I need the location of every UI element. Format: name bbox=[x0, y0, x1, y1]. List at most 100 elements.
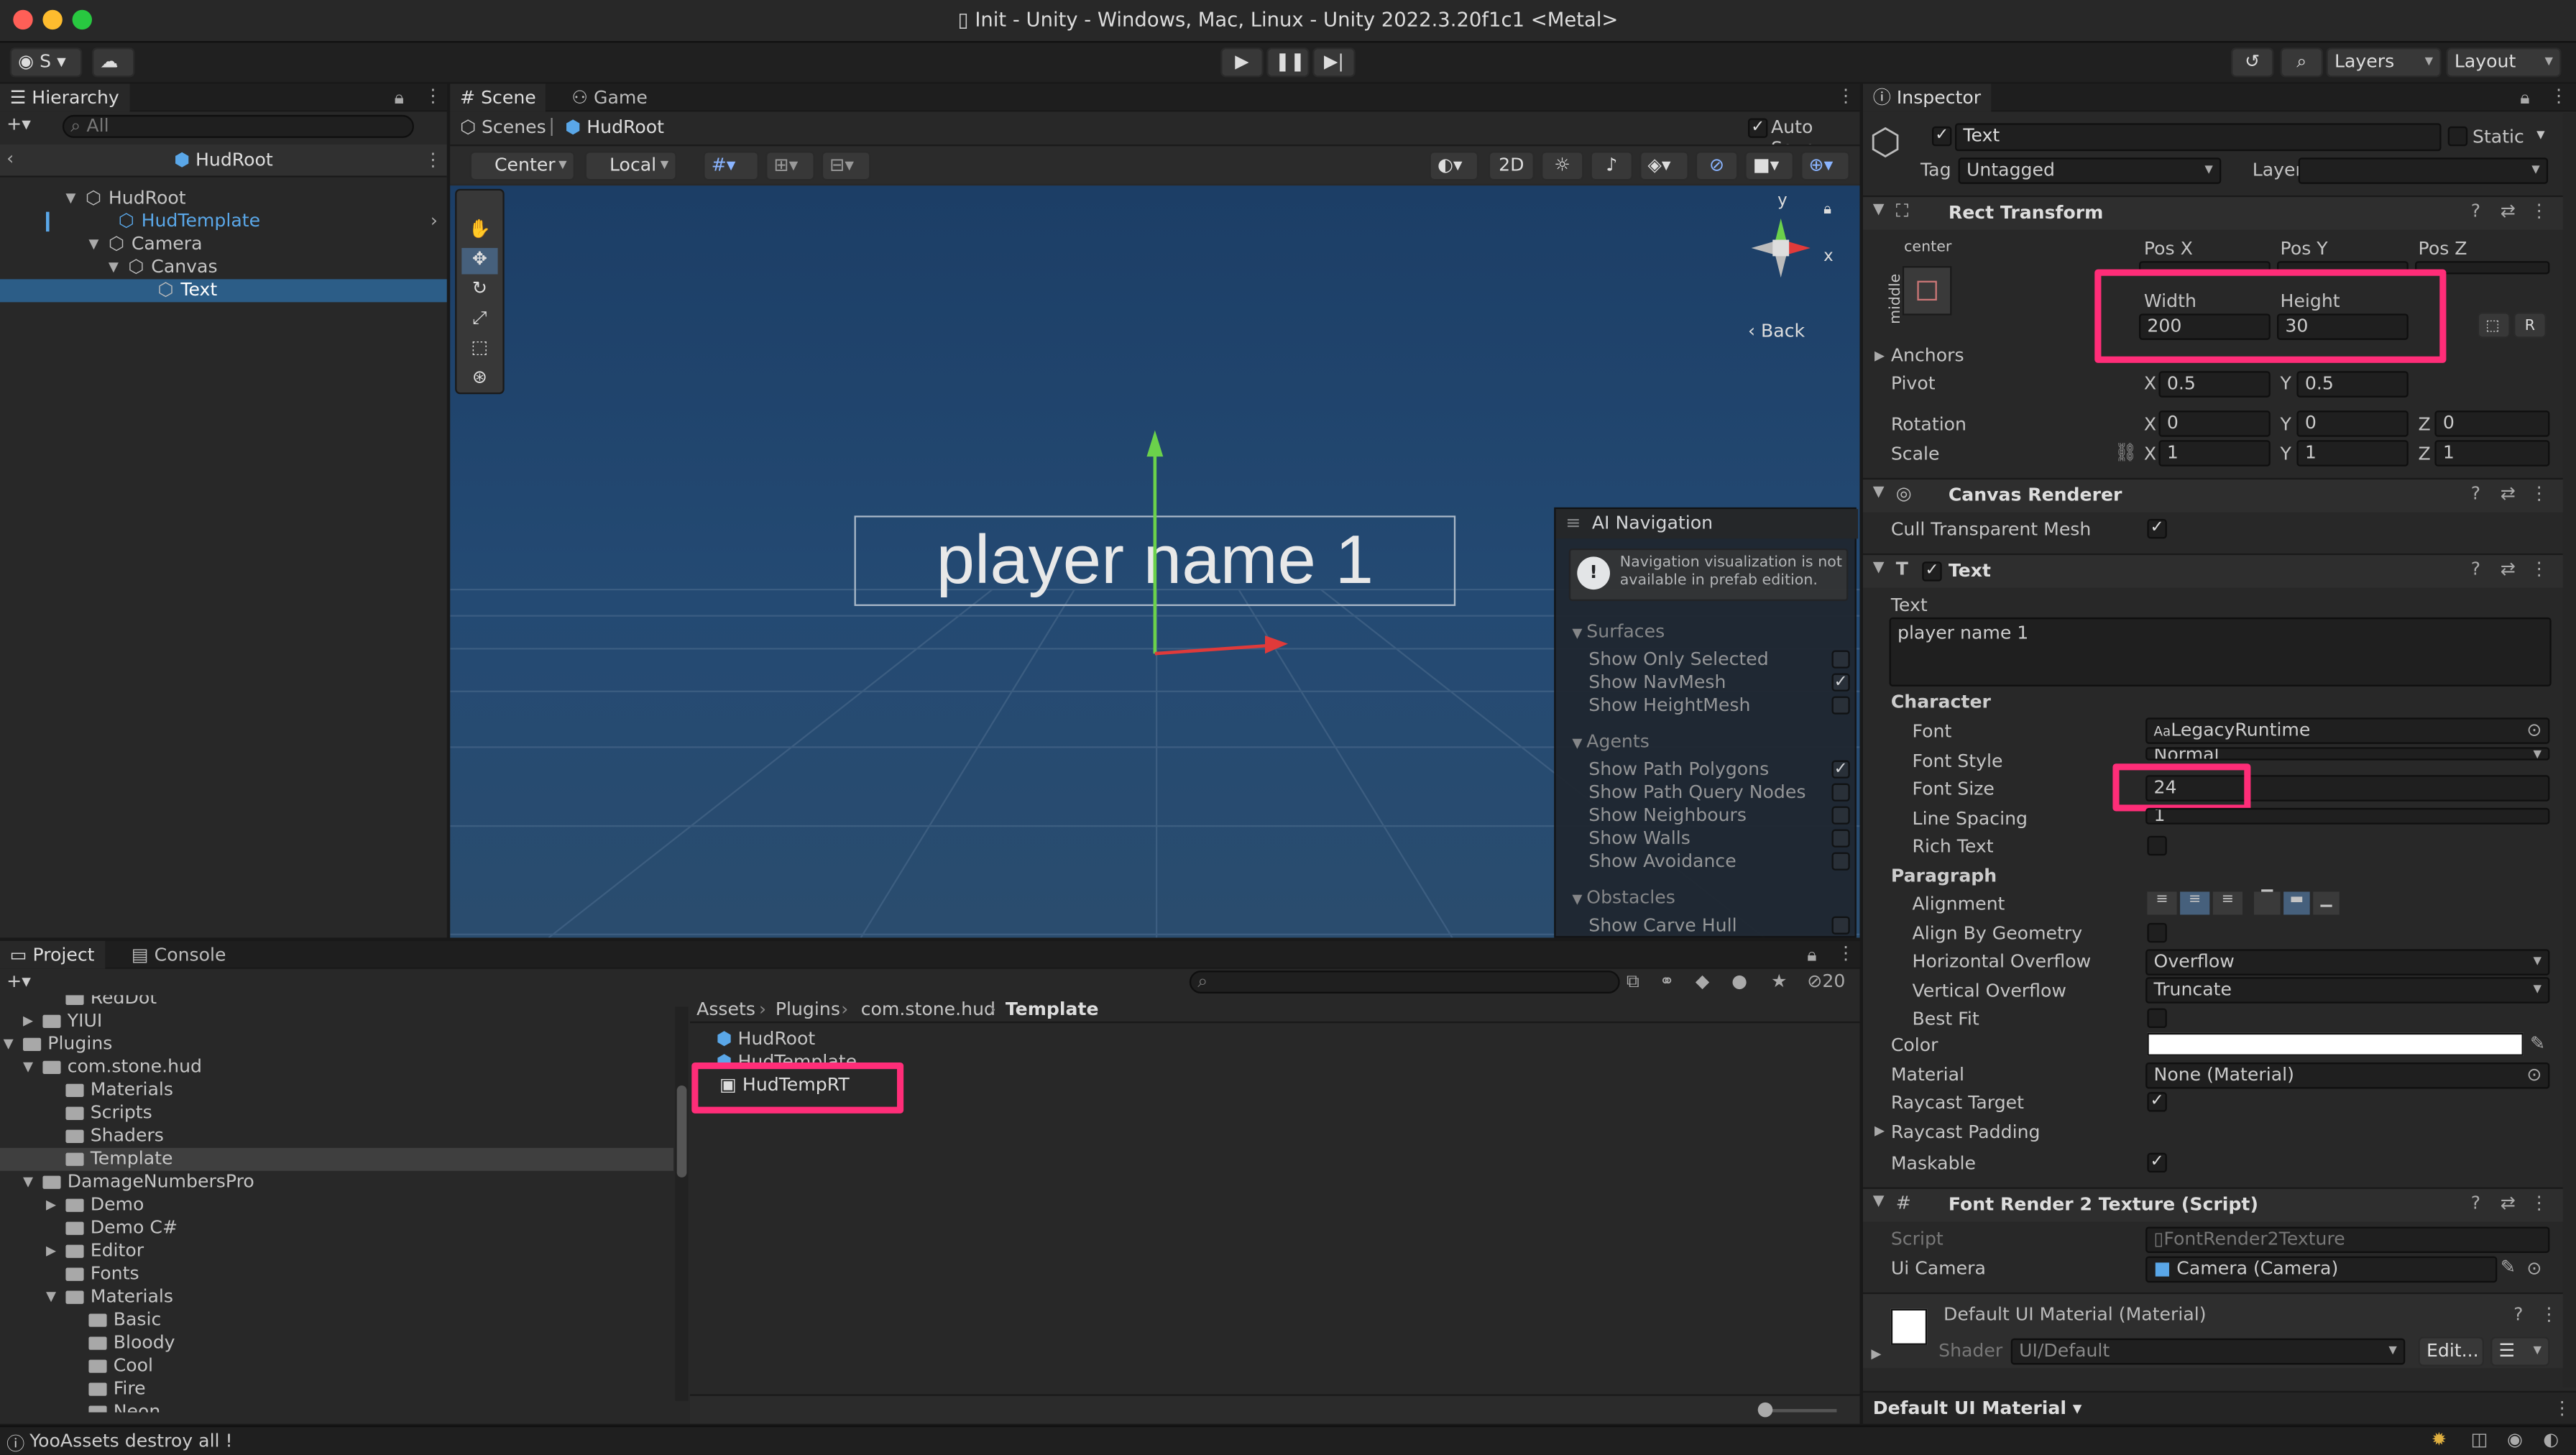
help-icon[interactable]: ? bbox=[2471, 1192, 2480, 1213]
raw-edit-button[interactable]: R bbox=[2513, 312, 2547, 339]
pivot-center-dropdown[interactable]: Center bbox=[469, 151, 575, 181]
shader-options-button[interactable]: ☰ bbox=[2490, 1336, 2550, 1367]
align-bottom-icon[interactable]: ▁ bbox=[2313, 891, 2340, 915]
hand-tool-icon[interactable]: ✋ bbox=[461, 219, 497, 245]
path-com-stone-hud[interactable]: com.stone.hud bbox=[861, 999, 995, 1020]
cull-transparent-checkbox[interactable]: ✓ bbox=[2147, 518, 2167, 539]
anchor-preset-button[interactable] bbox=[1902, 266, 1952, 316]
account-dropdown[interactable]: ◉ S ▾ bbox=[9, 47, 83, 78]
color-field[interactable] bbox=[2147, 1032, 2524, 1056]
hier-item-hudroot[interactable]: ▼ ⬡ HudRoot bbox=[0, 187, 447, 210]
rotation-x-field[interactable]: 0 bbox=[2158, 410, 2271, 437]
horizontal-overflow-dropdown[interactable]: Overflow bbox=[2145, 949, 2550, 976]
component-menu-icon[interactable]: ⋮ bbox=[2530, 483, 2548, 505]
folder-item[interactable]: Demo C# bbox=[0, 1217, 673, 1240]
rotation-y-field[interactable]: 0 bbox=[2296, 410, 2409, 437]
hidden-packages-toggle[interactable]: ⊘20 bbox=[1807, 970, 1845, 992]
2d-toggle[interactable]: 2D bbox=[1488, 151, 1535, 181]
pen-icon[interactable]: ✎ bbox=[2501, 1257, 2516, 1278]
hier-item-text[interactable]: ⬡ Text bbox=[0, 279, 447, 303]
audio-toggle[interactable]: ♪ bbox=[1590, 151, 1633, 181]
folder-item[interactable]: Scripts bbox=[0, 1102, 673, 1125]
tab-game[interactable]: ⚇ Game bbox=[562, 84, 658, 112]
font-style-dropdown[interactable]: Normal bbox=[2145, 747, 2550, 761]
expand-arrow-icon[interactable]: ▶ bbox=[1871, 1346, 1881, 1362]
foldout-arrow-icon[interactable]: ▼ bbox=[4, 1033, 14, 1056]
foldout-arrow-icon[interactable]: ▼ bbox=[23, 1171, 33, 1194]
ai-nav-option-checkbox[interactable]: ✓ bbox=[1831, 673, 1850, 692]
search-button[interactable]: ⌕ bbox=[2280, 47, 2323, 78]
folder-item[interactable]: Template bbox=[0, 1147, 674, 1171]
folder-item[interactable]: ▼ Materials bbox=[0, 1286, 673, 1309]
scale-z-field[interactable]: 1 bbox=[2434, 440, 2550, 467]
collab-icon[interactable]: ◉ bbox=[2507, 1428, 2523, 1450]
scale-y-field[interactable]: 1 bbox=[2296, 440, 2409, 467]
inspector-scrollbar[interactable] bbox=[2562, 113, 2576, 1388]
camera-settings-button[interactable]: ■▾ bbox=[1744, 151, 1794, 181]
folder-item[interactable]: Bloody bbox=[0, 1332, 673, 1355]
path-template[interactable]: Template bbox=[1006, 999, 1099, 1020]
hier-item-canvas[interactable]: ▼ ⬡ Canvas bbox=[0, 256, 447, 279]
ai-nav-option-checkbox[interactable] bbox=[1831, 650, 1850, 669]
text-content-area[interactable]: player name 1 bbox=[1889, 617, 2552, 687]
blueprint-mode-button[interactable]: ⬚ bbox=[2477, 312, 2511, 339]
transform-tool-icon[interactable]: ⊛ bbox=[461, 366, 497, 393]
grid-visibility-button[interactable]: ⊞▾ bbox=[765, 151, 815, 181]
object-picker-icon[interactable]: ⊙ bbox=[2526, 1258, 2542, 1280]
component-menu-icon[interactable]: ⋮ bbox=[2530, 201, 2548, 222]
auto-save-checkbox[interactable]: ✓ bbox=[1747, 118, 1768, 138]
bug-icon[interactable]: ✹ bbox=[2432, 1428, 2447, 1450]
object-picker-icon[interactable]: ⊙ bbox=[2526, 1064, 2542, 1085]
foldout-arrow-icon[interactable]: ▼ bbox=[46, 1286, 56, 1309]
more-menu-icon[interactable]: ⋮ bbox=[1836, 86, 1854, 107]
preview-dropdown[interactable]: Default UI Material ▾ bbox=[1873, 1397, 2082, 1419]
scene-orientation-gizmo[interactable] bbox=[1738, 202, 1836, 317]
asset-hudroot[interactable]: ⬢ HudRoot bbox=[717, 1028, 816, 1051]
ai-nav-option-checkbox[interactable] bbox=[1831, 916, 1850, 935]
open-prefab-icon[interactable]: › bbox=[431, 210, 438, 233]
history-button[interactable]: ↺ bbox=[2230, 47, 2274, 78]
pause-button[interactable]: ❚❚ bbox=[1266, 47, 1310, 78]
project-search-input[interactable]: ⌕ bbox=[1189, 970, 1620, 994]
gizmos-button[interactable]: ⊕▾ bbox=[1800, 151, 1850, 181]
component-menu-icon[interactable]: ⋮ bbox=[2530, 1192, 2548, 1213]
move-tool-icon[interactable]: ✥ bbox=[461, 247, 498, 275]
align-by-geometry-checkbox[interactable] bbox=[2147, 922, 2167, 943]
ai-nav-section-header[interactable]: ▼ Surfaces bbox=[1572, 621, 1665, 643]
anchors-foldout[interactable]: Anchors bbox=[1891, 345, 1964, 367]
pivot-local-dropdown[interactable]: Local bbox=[584, 151, 677, 181]
folder-item[interactable]: ▶ Editor bbox=[0, 1240, 673, 1263]
tab-console[interactable]: ▤ Console bbox=[121, 941, 236, 969]
rotate-tool-icon[interactable]: ↻ bbox=[461, 277, 497, 304]
add-button[interactable]: +▾ bbox=[6, 114, 40, 135]
tab-inspector[interactable]: ⓘ Inspector bbox=[1862, 83, 1991, 112]
align-middle-icon[interactable]: ▬ bbox=[2283, 891, 2310, 915]
lock-icon[interactable]: 🔒︎ bbox=[1807, 945, 1816, 968]
create-asset-button[interactable]: +▾ bbox=[6, 970, 31, 992]
ai-nav-option-checkbox[interactable] bbox=[1831, 783, 1850, 802]
active-checkbox[interactable]: ✓ bbox=[1931, 126, 1952, 147]
progress-icon[interactable]: ◐ bbox=[2543, 1428, 2559, 1450]
constrain-proportions-icon[interactable]: ⛓ bbox=[2115, 442, 2138, 464]
rect-tool-icon[interactable]: ⬚ bbox=[461, 336, 497, 363]
preset-icon[interactable]: ⇄ bbox=[2501, 1192, 2516, 1213]
ai-nav-section-header[interactable]: ▼ Agents bbox=[1572, 731, 1649, 753]
increment-snap-button[interactable]: ⊟▾ bbox=[821, 151, 871, 181]
canvas-renderer-header[interactable]: ▼ ◎ Canvas Renderer ? ⇄ ⋮ bbox=[1862, 477, 2570, 513]
folder-item[interactable]: ▼ Plugins bbox=[0, 1033, 673, 1056]
hier-item-camera[interactable]: ▼ ⬡ Camera bbox=[0, 233, 447, 256]
favorite-star-icon[interactable]: ★ bbox=[1771, 970, 1788, 992]
effects-toggle[interactable]: ◈▾ bbox=[1639, 151, 1689, 181]
grid-snap-button[interactable]: #▾ bbox=[703, 151, 759, 181]
back-view-label[interactable]: ‹ Back bbox=[1748, 320, 1805, 341]
more-menu-icon[interactable]: ⋮ bbox=[2553, 1397, 2571, 1419]
tab-project[interactable]: ▭ Project bbox=[0, 940, 105, 969]
zoom-slider-thumb[interactable] bbox=[1757, 1402, 1773, 1418]
help-icon[interactable]: ? bbox=[2513, 1304, 2523, 1326]
draw-mode-button[interactable]: ◐▾ bbox=[1429, 151, 1479, 181]
raycast-target-checkbox[interactable]: ✓ bbox=[2147, 1092, 2167, 1112]
text-enabled-checkbox[interactable]: ✓ bbox=[1922, 561, 1942, 582]
hudroot-breadcrumb[interactable]: ⬢ HudRoot bbox=[565, 116, 664, 138]
ai-nav-option-checkbox[interactable] bbox=[1831, 806, 1850, 825]
folder-item[interactable]: ▼ com.stone.hud bbox=[0, 1056, 673, 1079]
